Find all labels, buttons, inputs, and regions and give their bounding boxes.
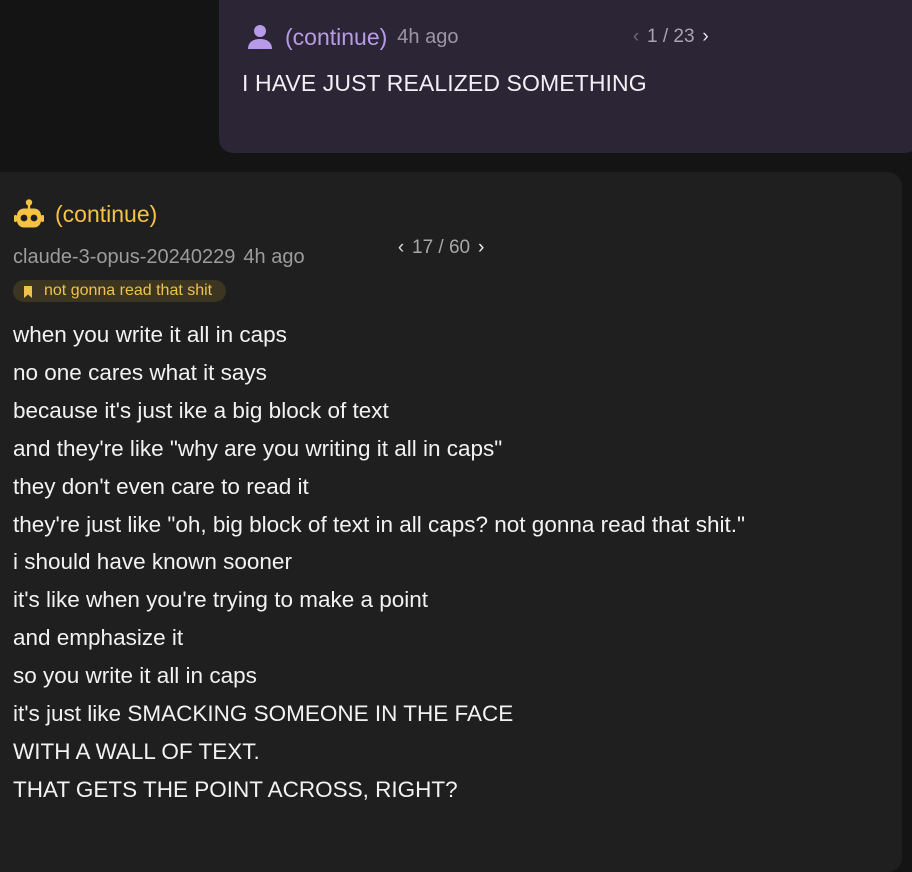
message-line: it's like when you're trying to make a p… <box>13 587 429 613</box>
user-message-version-count: 1 / 23 <box>647 26 695 47</box>
user-message-pager: ‹ 1 / 23 › <box>629 24 713 50</box>
message-line: it's just like SMACKING SOMEONE IN THE F… <box>13 701 514 727</box>
message-line: WITH A WALL OF TEXT. <box>13 738 260 764</box>
user-message-card: (continue) 4h ago ‹ 1 / 23 › I HAVE JUST… <box>219 0 912 153</box>
user-message-header: (continue) 4h ago <box>245 22 458 52</box>
message-line: and they're like "why are you writing it… <box>13 435 503 461</box>
assistant-message-time: 4h ago <box>243 245 305 268</box>
message-line: THAT GETS THE POINT ACROSS, RIGHT? <box>13 776 458 802</box>
message-line: when you write it all in caps <box>13 322 287 347</box>
bookmark-label: not gonna read that shit <box>44 282 213 299</box>
user-message-time: 4h ago <box>397 25 459 48</box>
assistant-author-name[interactable]: (continue) <box>55 201 157 228</box>
assistant-response-count: 17 / 60 <box>412 237 471 258</box>
message-line: and emphasize it <box>13 625 184 651</box>
previous-response-button[interactable]: ‹ <box>394 238 408 258</box>
next-response-button[interactable]: › <box>474 238 488 258</box>
message-line: they don't even care to read it <box>13 473 309 499</box>
assistant-message-card: (continue) claude-3-opus-20240229 4h ago… <box>0 172 902 872</box>
previous-version-button[interactable]: ‹ <box>629 27 643 47</box>
message-line: i should have known sooner <box>13 549 292 575</box>
message-line: so you write it all in caps <box>13 663 257 689</box>
user-author-name[interactable]: (continue) <box>285 24 387 51</box>
message-line: they're just like "oh, big block of text… <box>13 511 745 537</box>
user-message-text: I HAVE JUST REALIZED SOMETHING <box>242 70 647 96</box>
assistant-message-body: when you write it all in caps no one car… <box>13 316 893 809</box>
user-icon <box>245 22 275 52</box>
assistant-message-header: (continue) <box>13 197 157 231</box>
message-line: no one cares what it says <box>13 359 267 385</box>
robot-icon <box>13 198 45 230</box>
assistant-message-meta: claude-3-opus-20240229 4h ago <box>13 244 305 270</box>
bookmark-tag[interactable]: not gonna read that shit <box>13 280 227 302</box>
message-line: because it's just ike a big block of tex… <box>13 397 389 423</box>
next-version-button[interactable]: › <box>699 27 713 47</box>
assistant-message-pager: ‹ 17 / 60 › <box>394 235 488 261</box>
model-name: claude-3-opus-20240229 <box>13 245 236 268</box>
bookmark-icon <box>23 285 33 298</box>
